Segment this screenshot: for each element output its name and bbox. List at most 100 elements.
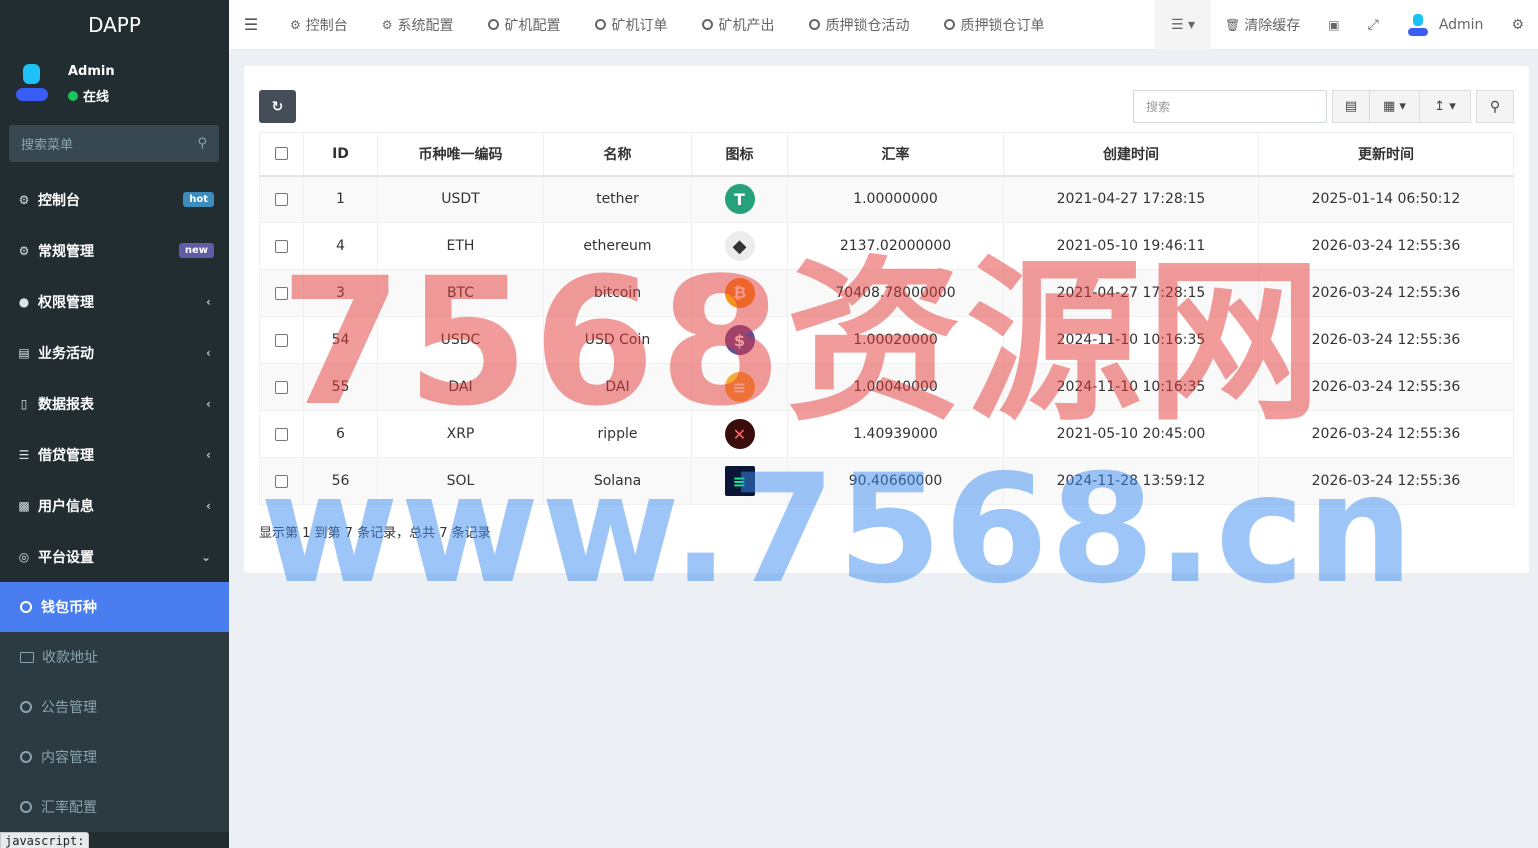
clear-cache-button[interactable]: 🗑 清除缓存 (1211, 0, 1314, 50)
table-header-row: ID 币种唯一编码 名称 图标 汇率 创建时间 更新时间 (259, 132, 1514, 177)
sidebar: DAPP Admin 在线 搜索菜单 ⚲ ⚙ 控制台 hot ⚙ 常规管理 ne… (0, 0, 229, 848)
circle-icon (20, 701, 32, 713)
search-icon[interactable]: ⚲ (197, 136, 207, 151)
cell-created: 2024-11-28 13:59:12 (1003, 457, 1259, 505)
menu-search-input[interactable]: 搜索菜单 ⚲ (9, 125, 219, 162)
cell-updated: 2025-01-14 06:50:12 (1258, 175, 1514, 223)
avatar (14, 64, 50, 101)
refresh-icon: ↻ (271, 98, 284, 115)
tab-miner-orders[interactable]: 矿机订单 (578, 0, 685, 50)
column-header-created[interactable]: 创建时间 (1003, 132, 1259, 177)
tab-system-config[interactable]: ⚙ 系统配置 (365, 0, 471, 50)
user-panel: Admin 在线 (0, 50, 229, 114)
table-search-input[interactable] (1133, 90, 1327, 123)
column-header-rate[interactable]: 汇率 (787, 132, 1004, 177)
circle-icon (20, 801, 32, 813)
cell-name: bitcoin (543, 269, 692, 317)
sidebar-item-users[interactable]: ▩ 用户信息 ‹ (0, 480, 229, 531)
top-navbar: ☰ ⚙ 控制台 ⚙ 系统配置 矿机配置 矿机订单 矿机产出 质押锁仓活动 质押锁仓订… (229, 0, 1538, 50)
table-row[interactable]: 4 ETH ethereum ◆ 2137.02000000 2021-05-1… (259, 222, 1514, 270)
tab-dashboard[interactable]: ⚙ 控制台 (273, 0, 365, 50)
row-checkbox[interactable] (275, 192, 288, 206)
cell-name: DAI (543, 363, 692, 411)
cell-code: XRP (377, 410, 544, 458)
sidebar-menu: ⚙ 控制台 hot ⚙ 常规管理 new ● 权限管理 ‹ ▤ 业务活动 ‹ ▯… (0, 174, 229, 832)
settings-button[interactable]: ⚙ (1497, 0, 1538, 50)
advanced-search-button[interactable]: ⚲ (1476, 90, 1514, 123)
table-row[interactable]: 55 DAI DAI ≡ 1.00040000 2024-11-10 10:16… (259, 363, 1514, 411)
navbar-right: ☰ ▾ 🗑 清除缓存 ▣ ⤢ Admin ⚙ (1155, 0, 1538, 50)
cell-updated: 2026-03-24 12:55:36 (1258, 363, 1514, 411)
online-dot-icon (68, 90, 78, 101)
usdc-icon: $ (724, 325, 755, 355)
sidebar-item-content[interactable]: 内容管理 (0, 732, 229, 782)
circle-icon (808, 19, 820, 30)
user-name: Admin (68, 64, 115, 79)
sidebar-item-platform[interactable]: ◎ 平台设置 ⌄ (0, 531, 229, 582)
language-button[interactable]: ▣ (1314, 0, 1353, 50)
export-button[interactable]: ↥ ▾ (1420, 90, 1471, 123)
tab-miner-output[interactable]: 矿机产出 (685, 0, 792, 50)
sidebar-item-permissions[interactable]: ● 权限管理 ‹ (0, 276, 229, 327)
column-header-updated[interactable]: 更新时间 (1258, 132, 1514, 177)
columns-button[interactable]: ▦ ▾ (1370, 90, 1420, 123)
sidebar-item-general[interactable]: ⚙ 常规管理 new (0, 225, 229, 276)
table-row[interactable]: 54 USDC USD Coin $ 1.00020000 2024-11-10… (259, 316, 1514, 364)
refresh-button[interactable]: ↻ (259, 90, 296, 123)
table-row[interactable]: 1 USDT tether T 1.00000000 2021-04-27 17… (259, 175, 1514, 223)
column-header-id[interactable]: ID (303, 132, 378, 177)
sidebar-item-exchange-rate[interactable]: 汇率配置 (0, 782, 229, 832)
cell-created: 2021-05-10 19:46:11 (1003, 222, 1259, 270)
cell-id: 1 (303, 175, 378, 223)
tab-staking-activity[interactable]: 质押锁仓活动 (792, 0, 927, 50)
column-header-name[interactable]: 名称 (543, 132, 692, 177)
fullscreen-button[interactable]: ⤢ (1354, 0, 1393, 50)
more-menu-button[interactable]: ☰ ▾ (1155, 0, 1212, 50)
table-row[interactable]: 3 BTC bitcoin ₿ 70408.78000000 2021-04-2… (259, 269, 1514, 317)
row-checkbox[interactable] (275, 333, 288, 347)
cell-id: 6 (303, 410, 378, 458)
sidebar-item-wallet-coins[interactable]: 钱包币种 (0, 582, 229, 632)
select-all-header[interactable] (259, 132, 304, 177)
select-all-checkbox[interactable] (275, 147, 288, 161)
sidebar-item-business[interactable]: ▤ 业务活动 ‹ (0, 327, 229, 378)
id-card-icon: ▤ (18, 345, 30, 360)
brand-logo[interactable]: DAPP (0, 0, 229, 50)
sidebar-item-reports[interactable]: ▯ 数据报表 ‹ (0, 378, 229, 429)
sidebar-item-dashboard[interactable]: ⚙ 控制台 hot (0, 174, 229, 225)
table-row[interactable]: 56 SOL Solana ≡ 90.40660000 2024-11-28 1… (259, 457, 1514, 505)
user-menu[interactable]: Admin (1393, 0, 1498, 50)
chevron-left-icon: ‹ (206, 294, 211, 309)
dashboard-icon: ⚙ (18, 192, 30, 207)
column-header-code[interactable]: 币种唯一编码 (377, 132, 544, 177)
menu-toggle-icon[interactable]: ☰ (229, 15, 273, 34)
sidebar-item-loans[interactable]: ☰ 借贷管理 ‹ (0, 429, 229, 480)
cell-created: 2021-04-27 17:28:15 (1003, 269, 1259, 317)
cell-rate: 70408.78000000 (787, 269, 1004, 317)
row-checkbox[interactable] (275, 286, 288, 300)
chevron-left-icon: ‹ (206, 498, 211, 513)
content-panel: ↻ ▤ ▦ ▾ ↥ ▾ ⚲ ID 币种唯一编码 名称 图标 汇率 创建时间 更新… (244, 66, 1529, 573)
chevron-left-icon: ‹ (206, 396, 211, 411)
search-icon: ⚲ (1489, 98, 1501, 115)
cell-rate: 2137.02000000 (787, 222, 1004, 270)
translate-icon: ▣ (1328, 18, 1340, 32)
row-checkbox[interactable] (275, 380, 288, 394)
sidebar-item-receive-address[interactable]: 收款地址 (0, 632, 229, 682)
table-row[interactable]: 6 XRP ripple ✕ 1.40939000 2021-05-10 20:… (259, 410, 1514, 458)
tab-staking-orders[interactable]: 质押锁仓订单 (927, 0, 1062, 50)
cell-rate: 90.40660000 (787, 457, 1004, 505)
row-checkbox[interactable] (275, 427, 288, 441)
cell-id: 4 (303, 222, 378, 270)
tab-miner-config[interactable]: 矿机配置 (471, 0, 578, 50)
chevron-down-icon: ⌄ (200, 549, 211, 564)
toggle-view-button[interactable]: ▤ (1332, 90, 1370, 123)
sidebar-item-announcements[interactable]: 公告管理 (0, 682, 229, 732)
circle-icon (943, 19, 955, 30)
gear-icon: ⚙ (381, 17, 393, 32)
row-checkbox[interactable] (275, 474, 288, 488)
column-header-icon[interactable]: 图标 (691, 132, 788, 177)
columns-icon: ▦ ▾ (1383, 99, 1406, 114)
row-checkbox[interactable] (275, 239, 288, 253)
cell-code: SOL (377, 457, 544, 505)
